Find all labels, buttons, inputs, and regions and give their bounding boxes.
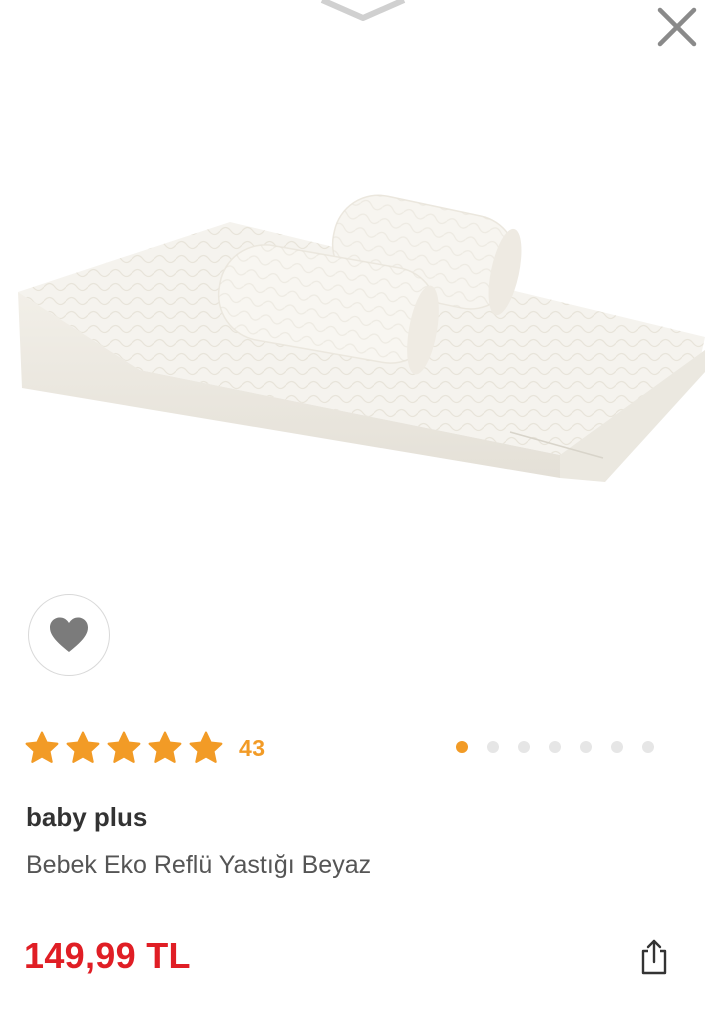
product-image — [18, 194, 705, 482]
gallery-pagination — [456, 741, 673, 753]
gallery-dot[interactable] — [487, 741, 499, 753]
gallery-dot[interactable] — [549, 741, 561, 753]
close-icon — [657, 7, 697, 47]
heart-icon — [50, 617, 88, 652]
price: 149,99 TL — [24, 935, 191, 976]
share-icon — [641, 939, 667, 975]
product-title: Bebek Eko Reflü Yastığı Beyaz — [26, 851, 372, 879]
star-icon — [148, 731, 182, 763]
chevron-up-icon[interactable] — [318, 0, 408, 22]
gallery-dot[interactable] — [580, 741, 592, 753]
star-icon — [66, 731, 100, 763]
star-icon — [107, 731, 141, 763]
gallery-dot[interactable] — [456, 741, 468, 753]
gallery-dot[interactable] — [518, 741, 530, 753]
favorite-button[interactable] — [28, 594, 110, 676]
rating[interactable]: 43 — [24, 730, 266, 766]
star-icon — [25, 731, 59, 763]
star-icon — [189, 731, 223, 763]
gallery-dot[interactable] — [642, 741, 654, 753]
gallery-dot[interactable] — [611, 741, 623, 753]
rating-count[interactable]: 43 — [239, 735, 266, 762]
share-button[interactable] — [634, 934, 674, 980]
close-button[interactable] — [652, 4, 702, 50]
brand-name[interactable]: baby plus — [26, 802, 147, 833]
